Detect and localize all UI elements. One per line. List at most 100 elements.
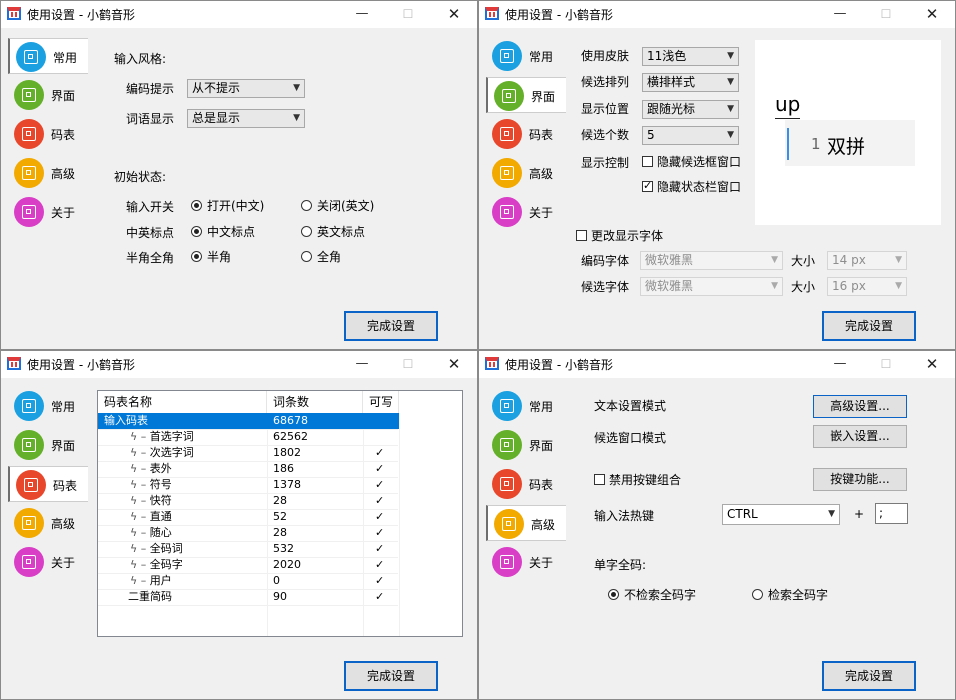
window-title: 使用设置 - 小鹤音形 [27,356,135,373]
col-header-name[interactable]: 码表名称 [98,391,267,413]
radio-punct-en[interactable]: 英文标点 [301,224,365,240]
code-font-select[interactable]: 微软雅黑▼ [640,251,783,270]
dict-name-cell: 全码字 [150,558,183,571]
key-function-button[interactable]: 按键功能... [813,468,907,491]
nav-item-general[interactable]: 常用 [8,388,88,424]
preview-underline [775,118,800,119]
col-header-count[interactable]: 词条数 [267,391,363,413]
dictionary-table[interactable]: 码表名称 词条数 可写 输入码表68678ϟ – 首选字词62562ϟ – 次选… [97,390,463,637]
dict-writable-cell [363,413,399,429]
finish-button[interactable]: 完成设置 [822,311,916,341]
nav-item-about[interactable]: 关于 [486,544,566,580]
hide-status-bar-checkbox[interactable]: 隐藏状态栏窗口 [642,179,741,195]
nav-item-general[interactable]: 常用 [8,38,88,74]
disable-combo-checkbox[interactable]: 禁用按键组合 [594,472,681,488]
dict-writable-cell: ✓ [363,493,399,509]
nav-item-interface[interactable]: 界面 [486,77,566,113]
app-icon [7,7,21,20]
radio-punct-cn[interactable]: 中文标点 [191,224,255,240]
close-button[interactable]: ✕ [909,351,955,378]
advanced-icon [14,158,44,188]
dict-count-cell: 28 [267,525,363,541]
nav-item-interface[interactable]: 界面 [8,427,88,463]
preview-code: up [775,92,800,116]
hotkey-key-input[interactable]: ; [875,503,908,524]
dict-name-cell: 二重简码 [128,590,172,603]
radio-input-on[interactable]: 打开(中文) [191,198,264,214]
nav-item-interface[interactable]: 界面 [8,77,88,113]
dict-name-cell: 输入码表 [104,414,148,427]
dictionary-icon [16,470,46,500]
position-select[interactable]: 跟随光标▼ [642,100,739,119]
single-full-code-heading: 单字全码: [594,556,646,573]
embed-settings-button[interactable]: 嵌入设置... [813,425,907,448]
radio-full-width[interactable]: 全角 [301,249,341,265]
nav-item-about[interactable]: 关于 [8,194,88,230]
minimize-button[interactable]: — [339,1,385,28]
nav-item-advanced[interactable]: 高级 [486,505,566,541]
nav-item-advanced[interactable]: 高级 [486,155,566,191]
radio-half-width[interactable]: 半角 [191,249,231,265]
minimize-button[interactable]: — [817,1,863,28]
nav-item-general[interactable]: 常用 [486,388,566,424]
nav-item-dictionary[interactable]: 码表 [8,116,88,152]
change-font-checkbox[interactable]: 更改显示字体 [576,228,663,244]
cand-order-select[interactable]: 横排样式▼ [642,73,739,92]
code-size-select[interactable]: 14 px▼ [827,251,907,270]
finish-button[interactable]: 完成设置 [344,661,438,691]
dict-name-cell: 全码词 [150,542,183,555]
close-button[interactable]: ✕ [431,1,477,28]
code-size-label: 大小 [791,252,815,269]
advanced-settings-button[interactable]: 高级设置... [813,395,907,418]
col-header-writable[interactable]: 可写 [363,391,399,413]
nav-item-dictionary[interactable]: 码表 [486,466,566,502]
finish-button[interactable]: 完成设置 [822,661,916,691]
nav-item-advanced[interactable]: 高级 [8,155,88,191]
about-icon [14,197,44,227]
phrase-display-select[interactable]: 总是显示▼ [187,109,305,128]
preview-cand-word: 双拼 [827,132,865,159]
dict-count-cell: 68678 [267,413,363,429]
minimize-button[interactable]: — [339,351,385,378]
app-icon [485,357,499,370]
code-font-label: 编码字体 [581,252,629,269]
window-title: 使用设置 - 小鹤音形 [27,6,135,23]
advanced-icon [492,158,522,188]
text-mode-label: 文本设置模式 [594,397,666,414]
nav-item-about[interactable]: 关于 [486,194,566,230]
nav-item-about[interactable]: 关于 [8,544,88,580]
hide-cand-window-checkbox[interactable]: 隐藏候选框窗口 [642,154,741,170]
nav-item-advanced[interactable]: 高级 [8,505,88,541]
radio-input-off[interactable]: 关闭(英文) [301,198,374,214]
cand-font-select[interactable]: 微软雅黑▼ [640,277,783,296]
finish-button[interactable]: 完成设置 [344,311,438,341]
close-button[interactable]: ✕ [431,351,477,378]
nav-item-interface[interactable]: 界面 [486,427,566,463]
settings-window-dictionary: 使用设置 - 小鹤音形 — ☐ ✕ 常用 界面 码表 高级 关于 码表名称 词条… [0,350,478,700]
dict-writable-cell [363,429,399,445]
dictionary-icon [492,119,522,149]
count-select[interactable]: 5▼ [642,126,739,145]
code-hint-select[interactable]: 从不提示▼ [187,79,305,98]
hotkey-select[interactable]: CTRL▼ [722,504,840,525]
radio-search-full[interactable]: 检索全码字 [752,587,828,603]
dict-writable-cell: ✓ [363,461,399,477]
skin-label: 使用皮肤 [581,47,629,64]
lightning-icon: ϟ – [130,542,150,555]
nav-item-general[interactable]: 常用 [486,38,566,74]
general-icon [16,42,46,72]
dict-name-cell: 随心 [150,526,172,539]
cand-size-select[interactable]: 16 px▼ [827,277,907,296]
radio-no-search-full[interactable]: 不检索全码字 [608,587,696,603]
nav-item-dictionary[interactable]: 码表 [486,116,566,152]
nav-item-dictionary[interactable]: 码表 [8,466,88,502]
minimize-button[interactable]: — [817,351,863,378]
display-ctrl-label: 显示控制 [581,154,629,171]
close-button[interactable]: ✕ [909,1,955,28]
maximize-button: ☐ [385,1,431,28]
dict-name-cell: 快符 [150,494,172,507]
dict-name-cell: 次选字词 [150,446,194,459]
skin-select[interactable]: 11浅色▼ [642,47,739,66]
title-bar: 使用设置 - 小鹤音形 — ☐ ✕ [479,1,955,28]
settings-window-advanced: 使用设置 - 小鹤音形 — ☐ ✕ 常用 界面 码表 高级 关于 文本设置模式 … [478,350,956,700]
